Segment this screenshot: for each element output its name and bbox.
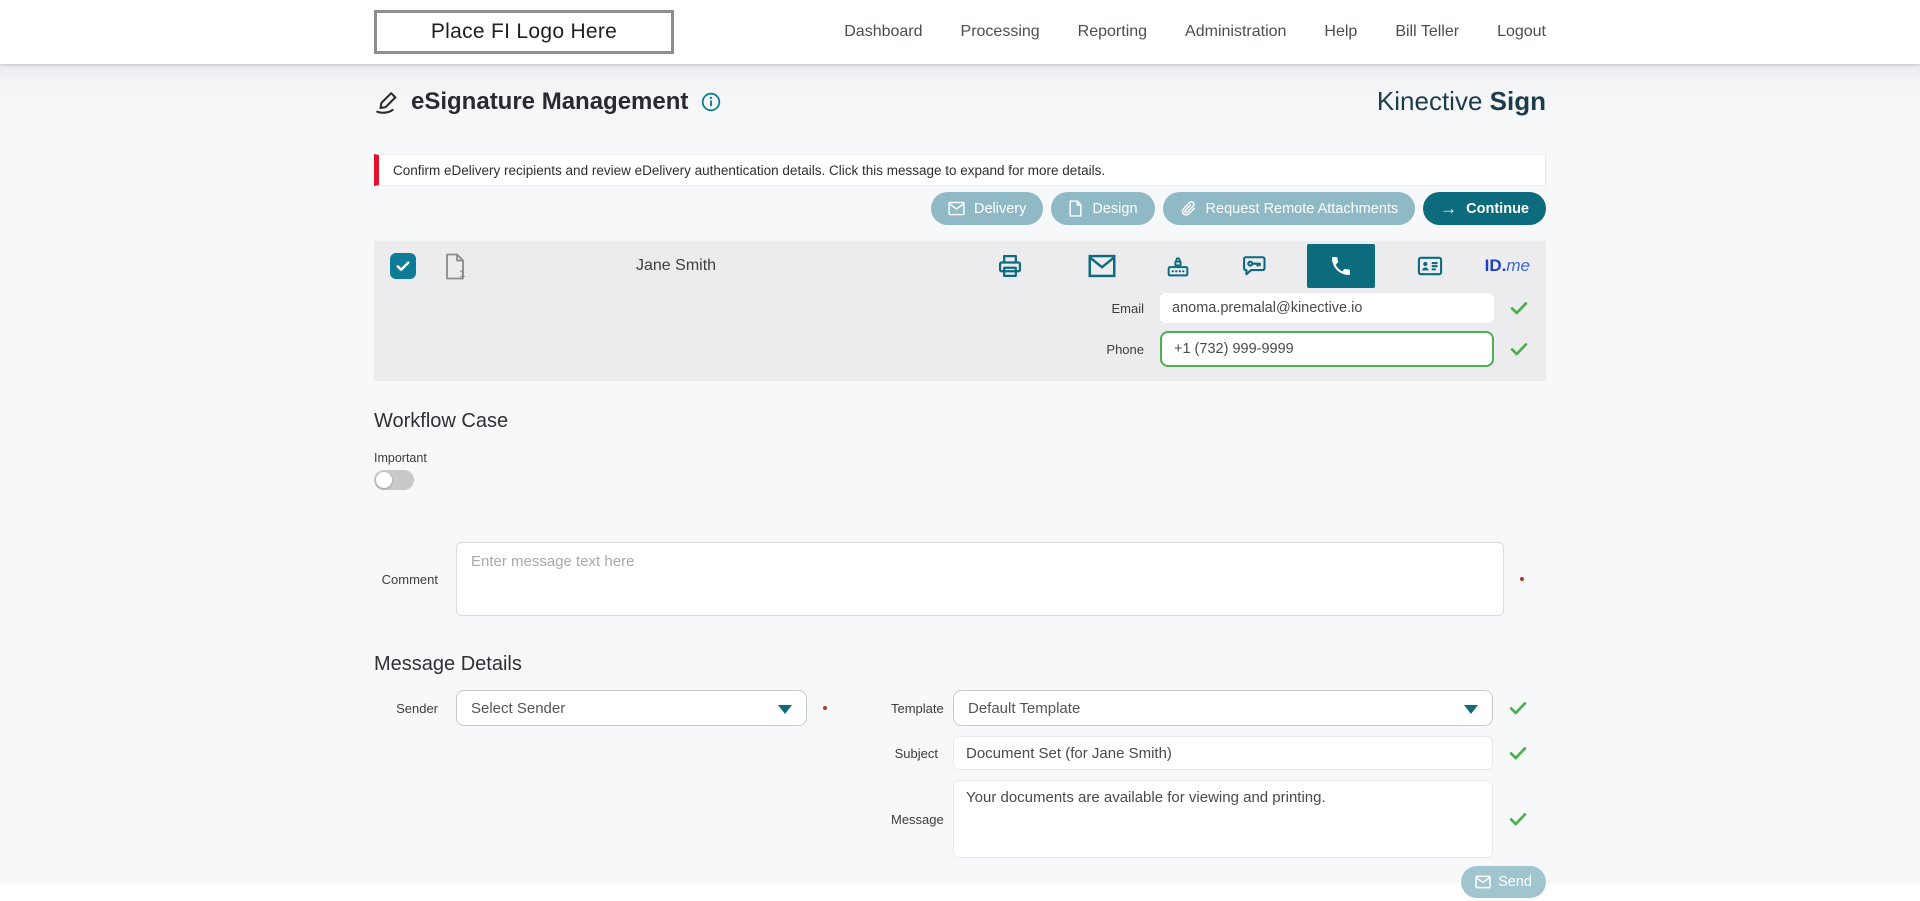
nav-reporting[interactable]: Reporting xyxy=(1078,23,1147,41)
recipient-checkbox[interactable] xyxy=(390,253,416,279)
sender-select[interactable]: Select Sender xyxy=(456,690,807,726)
fi-logo-placeholder: Place FI Logo Here xyxy=(374,10,674,54)
envelope-icon xyxy=(1475,875,1491,889)
nav-dashboard[interactable]: Dashboard xyxy=(844,23,922,41)
arrow-right-icon: → xyxy=(1440,199,1458,218)
comment-label: Comment xyxy=(381,571,438,587)
continue-label: Continue xyxy=(1466,200,1529,217)
subject-input[interactable] xyxy=(953,736,1493,770)
comment-required-dot xyxy=(1520,577,1524,581)
phone-input[interactable] xyxy=(1160,331,1494,367)
message-label: Message xyxy=(891,811,944,827)
design-button[interactable]: Design xyxy=(1051,192,1155,225)
kinective-sign-brand: Kinective Sign xyxy=(1377,86,1546,117)
top-header: Place FI Logo Here Dashboard Processing … xyxy=(0,0,1920,64)
recipient-card: 1 Jane Smith ID.me Email anoma.premalal@… xyxy=(374,241,1546,381)
phone-valid-check-icon xyxy=(1508,338,1530,360)
brand-name: Kinective xyxy=(1376,86,1490,116)
page-title: eSignature Management xyxy=(411,87,689,115)
sender-label: Sender xyxy=(396,700,438,716)
id-card-method-icon[interactable] xyxy=(1415,252,1445,280)
message-valid-check-icon xyxy=(1507,808,1529,830)
continue-button[interactable]: → Continue xyxy=(1423,192,1546,225)
idme-suffix: me xyxy=(1506,256,1530,275)
template-valid-check-icon xyxy=(1507,697,1529,719)
nav-help[interactable]: Help xyxy=(1324,23,1357,41)
important-label: Important xyxy=(374,451,427,465)
info-icon[interactable] xyxy=(701,92,721,112)
action-buttons-row: Delivery Design Request Remote Attachmen… xyxy=(374,192,1546,225)
brand-product: Sign xyxy=(1489,86,1546,116)
document-icon xyxy=(1068,200,1083,217)
alert-text: Confirm eDelivery recipients and review … xyxy=(393,162,1106,178)
idme-method-icon[interactable]: ID.me xyxy=(1485,256,1530,276)
message-details-heading: Message Details xyxy=(374,653,522,675)
main-nav: Dashboard Processing Reporting Administr… xyxy=(844,23,1546,41)
email-label: Email xyxy=(1111,300,1144,316)
nav-processing[interactable]: Processing xyxy=(961,23,1040,41)
request-remote-attachments-label: Request Remote Attachments xyxy=(1205,200,1399,217)
delivery-method-icons: ID.me xyxy=(995,244,1530,288)
phone-method-icon[interactable] xyxy=(1306,244,1375,288)
template-label: Template xyxy=(891,700,944,716)
nav-logout[interactable]: Logout xyxy=(1497,23,1546,41)
sender-select-value: Select Sender xyxy=(471,699,566,717)
idme-prefix: ID. xyxy=(1484,256,1507,275)
design-label: Design xyxy=(1092,200,1138,217)
chevron-down-icon xyxy=(1464,705,1478,714)
email-method-icon[interactable] xyxy=(1087,254,1117,278)
email-valid-check-icon xyxy=(1508,297,1530,319)
subject-label: Subject xyxy=(894,745,938,761)
send-button[interactable]: Send xyxy=(1461,866,1546,898)
subject-valid-check-icon xyxy=(1507,742,1529,764)
request-remote-attachments-button[interactable]: Request Remote Attachments xyxy=(1162,192,1416,225)
paperclip-icon xyxy=(1180,200,1197,217)
sms-passcode-method-icon[interactable] xyxy=(1239,252,1269,280)
comment-textarea[interactable] xyxy=(456,542,1504,616)
document-count: 1 xyxy=(459,268,465,280)
nav-bill-teller[interactable]: Bill Teller xyxy=(1395,23,1459,41)
title-row: eSignature Management Kinective Sign xyxy=(374,86,1546,117)
phone-label: Phone xyxy=(1106,341,1144,357)
print-icon[interactable] xyxy=(995,252,1025,280)
delivery-button[interactable]: Delivery xyxy=(931,192,1044,225)
signature-pen-icon xyxy=(374,89,400,115)
edelivery-alert-banner[interactable]: Confirm eDelivery recipients and review … xyxy=(374,154,1546,186)
template-select-value: Default Template xyxy=(968,699,1081,717)
important-toggle[interactable] xyxy=(374,470,414,490)
content-area: eSignature Management Kinective Sign Con… xyxy=(0,64,1920,898)
chevron-down-icon xyxy=(778,705,792,714)
nav-administration[interactable]: Administration xyxy=(1185,23,1286,41)
envelope-icon xyxy=(948,201,965,216)
template-select[interactable]: Default Template xyxy=(953,690,1493,726)
sender-required-dot xyxy=(823,706,827,710)
toggle-knob xyxy=(376,472,392,488)
fi-logo-text: Place FI Logo Here xyxy=(430,20,618,43)
workflow-case-heading: Workflow Case xyxy=(374,410,509,432)
message-textarea[interactable]: Your documents are available for viewing… xyxy=(953,780,1493,858)
document-count-icon[interactable]: 1 xyxy=(444,253,466,280)
send-label: Send xyxy=(1498,874,1532,890)
delivery-label: Delivery xyxy=(974,200,1027,217)
password-method-icon[interactable] xyxy=(1163,252,1193,280)
email-input[interactable] xyxy=(1160,293,1494,323)
recipient-name: Jane Smith xyxy=(636,257,717,274)
